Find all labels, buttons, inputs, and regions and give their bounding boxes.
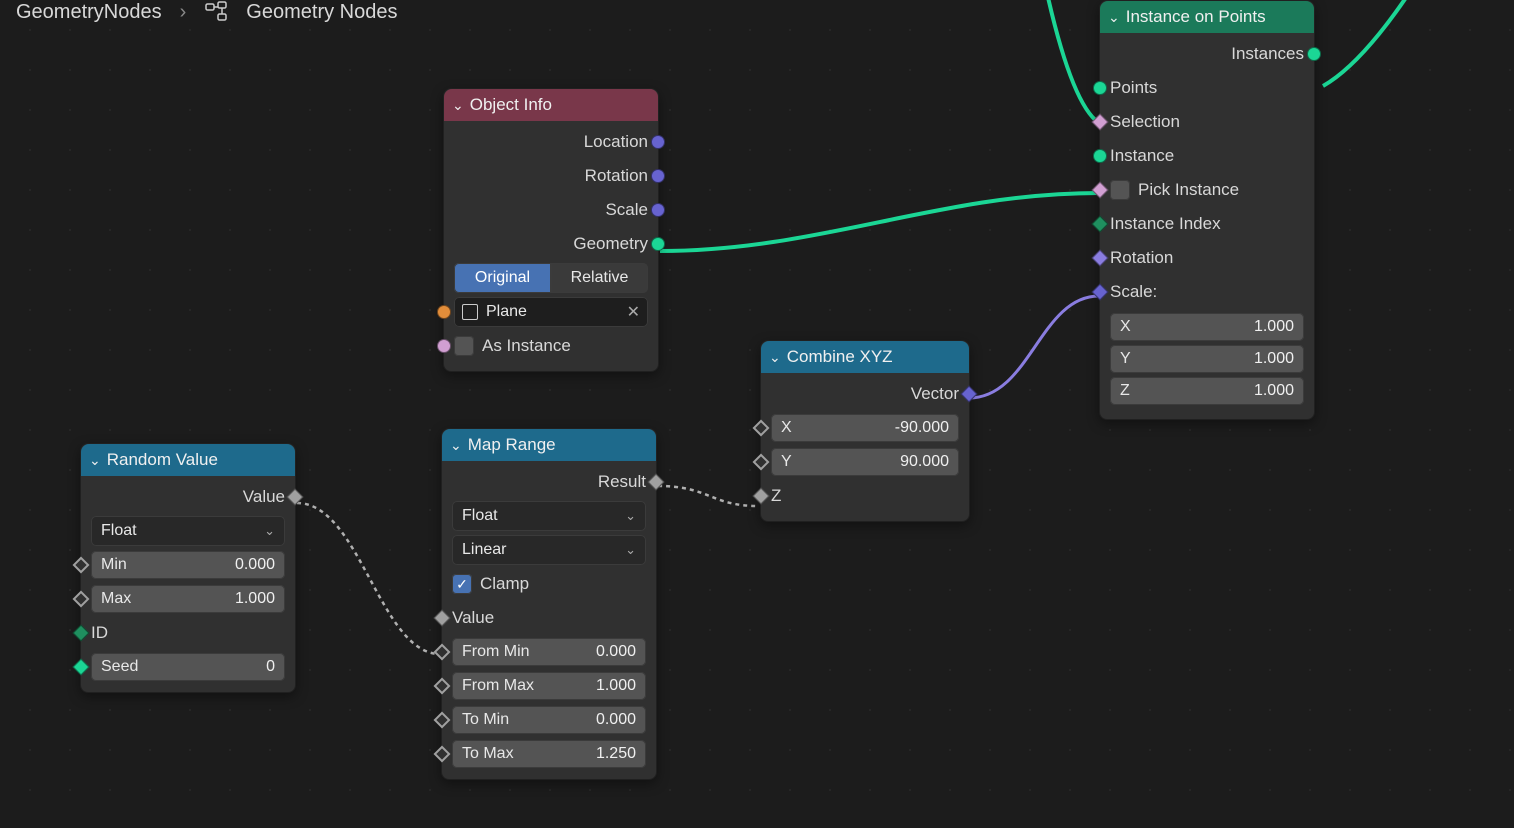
input-rotation: Rotation [1100, 241, 1314, 275]
data-type-dropdown[interactable]: Float ⌄ [452, 501, 646, 531]
scale-x-field[interactable]: X 1.000 [1110, 313, 1304, 341]
input-selection: Selection [1100, 105, 1314, 139]
clear-object-icon[interactable]: ✕ [627, 302, 640, 322]
transform-space-toggle[interactable]: Original Relative [454, 263, 648, 293]
breadcrumb-nodegroup[interactable]: Geometry Nodes [246, 1, 397, 24]
input-instance-index: Instance Index [1100, 207, 1314, 241]
toggle-relative[interactable]: Relative [551, 263, 648, 293]
node-instance-on-points[interactable]: ⌄ Instance on Points Instances Points Se… [1099, 0, 1315, 420]
checkbox-as-instance[interactable] [454, 336, 474, 356]
node-combine-xyz[interactable]: ⌄ Combine XYZ Vector X -90.000 Y 90.000 … [760, 340, 970, 522]
chevron-down-icon: ⌄ [625, 542, 636, 558]
chevron-down-icon: ⌄ [450, 437, 462, 454]
socket-bool-in[interactable] [437, 339, 451, 353]
mesh-icon [462, 304, 478, 320]
chevron-down-icon: ⌄ [1108, 9, 1120, 26]
input-max: Max 1.000 [81, 582, 295, 616]
input-z: Z [761, 479, 969, 513]
to-min-field[interactable]: To Min 0.000 [452, 706, 646, 734]
min-field[interactable]: Min 0.000 [91, 551, 285, 579]
node-header[interactable]: ⌄ Random Value [81, 444, 295, 476]
breadcrumb-modifier[interactable]: GeometryNodes [16, 1, 162, 24]
output-geometry: Geometry [444, 227, 658, 261]
node-title: Instance on Points [1126, 7, 1266, 27]
breadcrumb: GeometryNodes › Geometry Nodes [16, 0, 397, 24]
checkbox-clamp[interactable]: ✓ [452, 574, 472, 594]
node-header[interactable]: ⌄ Map Range [442, 429, 656, 461]
input-x: X -90.000 [761, 411, 969, 445]
from-min-field[interactable]: From Min 0.000 [452, 638, 646, 666]
chevron-down-icon: ⌄ [89, 452, 101, 469]
interpolation-dropdown[interactable]: Linear ⌄ [452, 535, 646, 565]
output-rotation: Rotation [444, 159, 658, 193]
output-vector: Vector [761, 377, 969, 411]
node-title: Map Range [468, 435, 556, 455]
node-random-value[interactable]: ⌄ Random Value Value Float ⌄ Min 0.000 M… [80, 443, 296, 693]
nodetree-icon [204, 0, 228, 24]
node-object-info[interactable]: ⌄ Object Info Location Rotation Scale Ge… [443, 88, 659, 372]
object-name: Plane [486, 303, 527, 321]
chevron-down-icon: ⌄ [769, 349, 781, 366]
data-type-dropdown[interactable]: Float ⌄ [91, 516, 285, 546]
to-max-field[interactable]: To Max 1.250 [452, 740, 646, 768]
node-title: Combine XYZ [787, 347, 893, 367]
input-to-max: To Max 1.250 [442, 737, 656, 771]
input-from-max: From Max 1.000 [442, 669, 656, 703]
node-header[interactable]: ⌄ Object Info [444, 89, 658, 121]
input-min: Min 0.000 [81, 548, 295, 582]
input-to-min: To Min 0.000 [442, 703, 656, 737]
scale-z-field[interactable]: Z 1.000 [1110, 377, 1304, 405]
chevron-down-icon: ⌄ [452, 97, 464, 114]
node-map-range[interactable]: ⌄ Map Range Result Float ⌄ Linear ⌄ ✓ Cl… [441, 428, 657, 780]
socket-object-in[interactable] [437, 305, 451, 319]
node-header[interactable]: ⌄ Combine XYZ [761, 341, 969, 373]
chevron-down-icon: ⌄ [625, 508, 636, 524]
input-scale-label: Scale: [1100, 275, 1314, 309]
output-value: Value [81, 480, 295, 514]
input-value: Value [442, 601, 656, 635]
socket-vector-out[interactable] [651, 169, 665, 183]
input-points: Points [1100, 71, 1314, 105]
node-title: Object Info [470, 95, 552, 115]
node-header[interactable]: ⌄ Instance on Points [1100, 1, 1314, 33]
socket-geometry-out[interactable] [1307, 47, 1321, 61]
output-location: Location [444, 125, 658, 159]
socket-geometry-in[interactable] [1093, 149, 1107, 163]
max-field[interactable]: Max 1.000 [91, 585, 285, 613]
output-scale: Scale [444, 193, 658, 227]
input-from-min: From Min 0.000 [442, 635, 656, 669]
socket-geometry-in[interactable] [1093, 81, 1107, 95]
input-instance: Instance [1100, 139, 1314, 173]
y-field[interactable]: Y 90.000 [771, 448, 959, 476]
input-pick-instance: Pick Instance [1100, 173, 1314, 207]
input-id: ID [81, 616, 295, 650]
input-object: Plane ✕ [444, 295, 658, 329]
input-y: Y 90.000 [761, 445, 969, 479]
input-seed: Seed 0 [81, 650, 295, 684]
node-title: Random Value [107, 450, 218, 470]
chevron-down-icon: ⌄ [264, 523, 275, 539]
socket-vector-out[interactable] [651, 203, 665, 217]
socket-vector-out[interactable] [651, 135, 665, 149]
clamp-row: ✓ Clamp [442, 567, 656, 601]
socket-geometry-out[interactable] [651, 237, 665, 251]
toggle-original[interactable]: Original [454, 263, 551, 293]
seed-field[interactable]: Seed 0 [91, 653, 285, 681]
x-field[interactable]: X -90.000 [771, 414, 959, 442]
scale-y-field[interactable]: Y 1.000 [1110, 345, 1304, 373]
chevron-right-icon: › [180, 1, 187, 24]
output-instances: Instances [1100, 37, 1314, 71]
output-result: Result [442, 465, 656, 499]
from-max-field[interactable]: From Max 1.000 [452, 672, 646, 700]
object-field[interactable]: Plane ✕ [454, 297, 648, 327]
input-as-instance: As Instance [444, 329, 658, 363]
checkbox-pick-instance[interactable] [1110, 180, 1130, 200]
